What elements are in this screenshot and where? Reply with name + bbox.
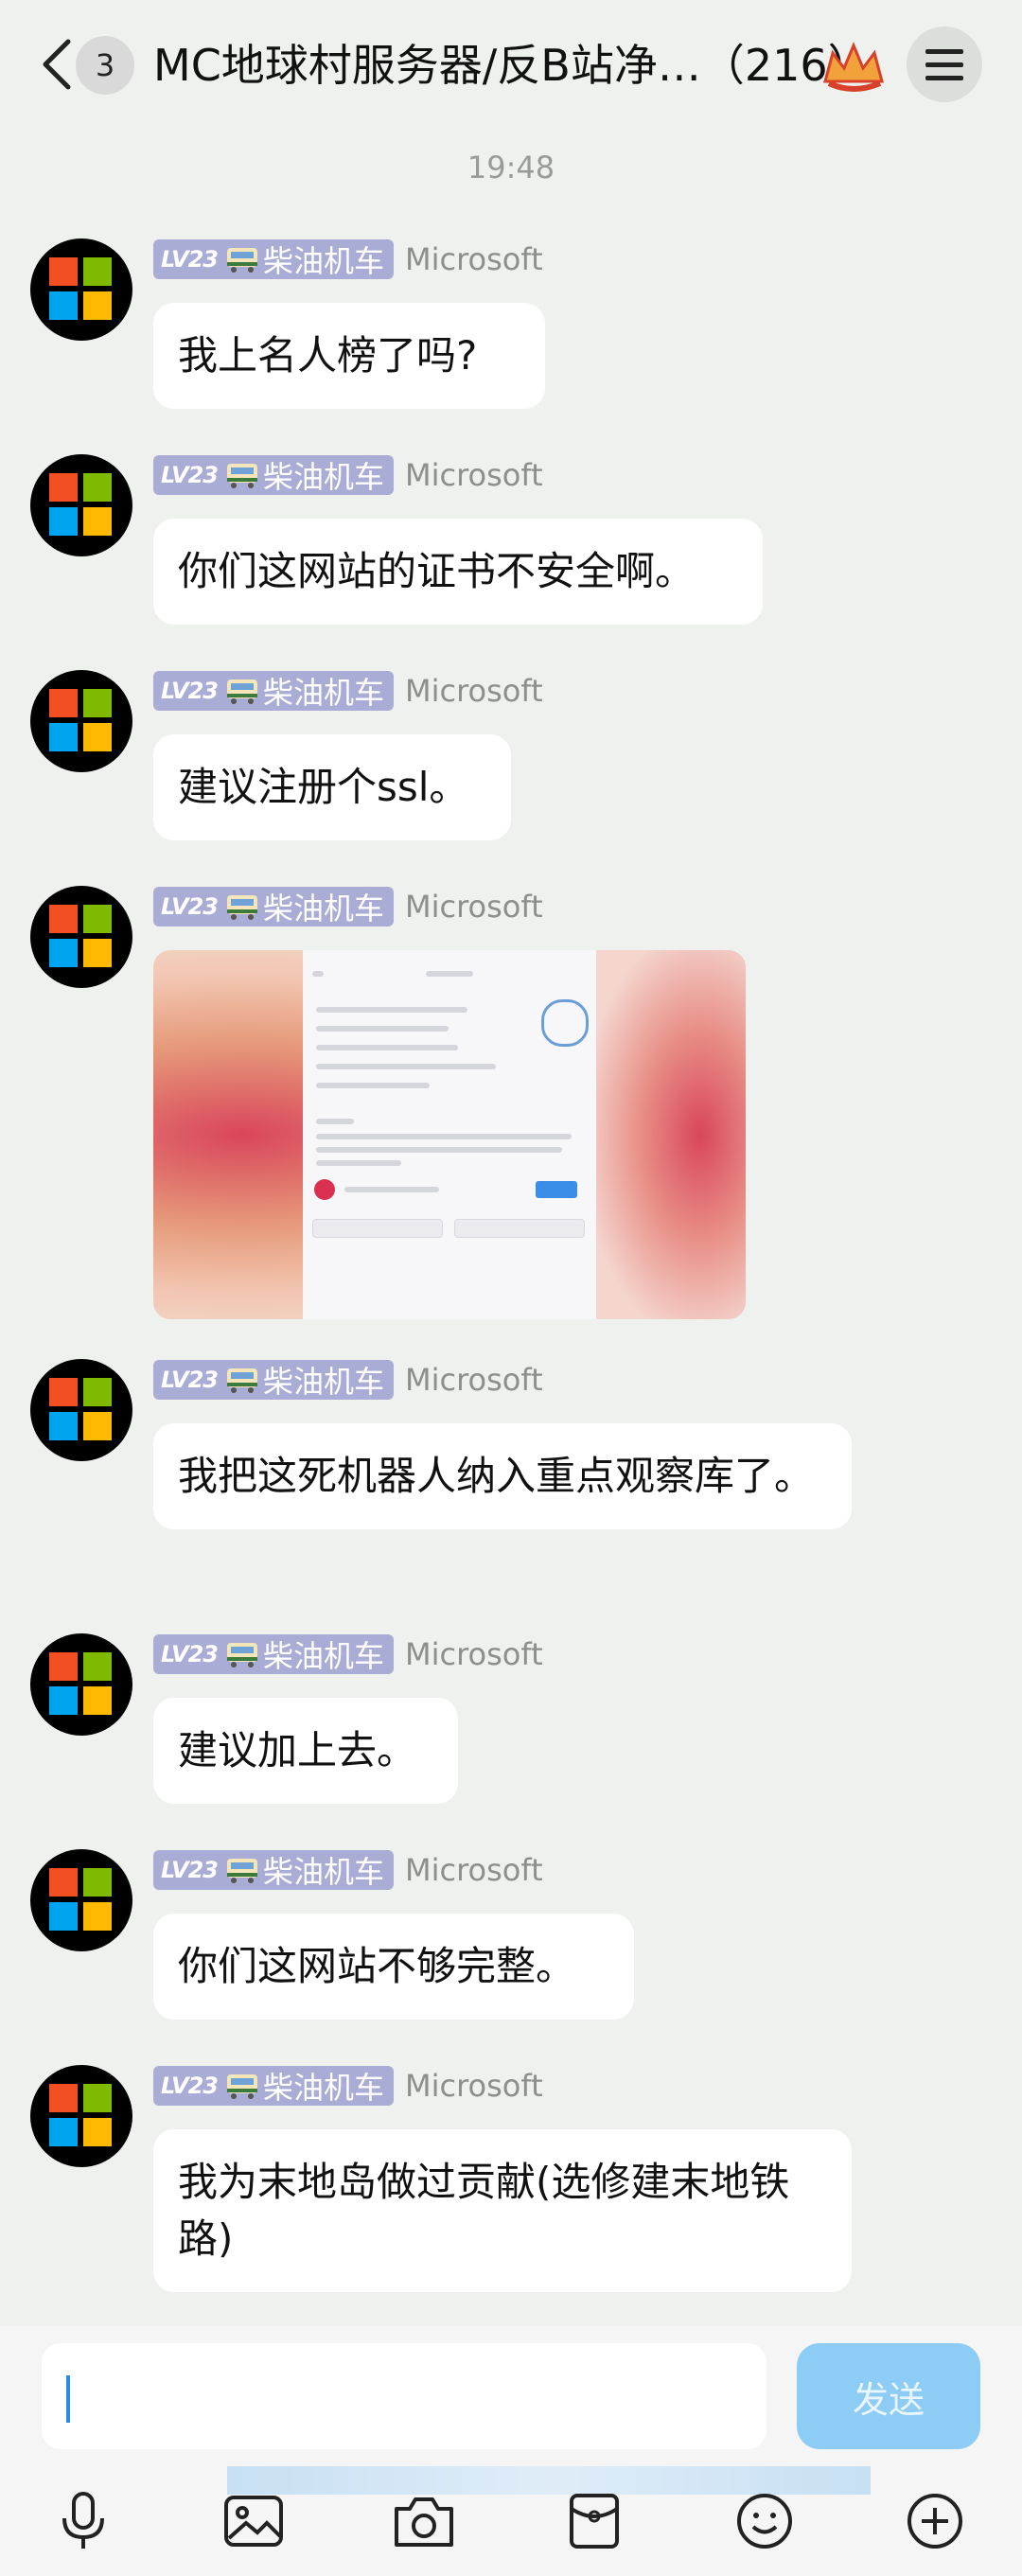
message-bubble[interactable]: 我为末地岛做过贡献(选修建末地铁路) [153, 2129, 852, 2292]
train-icon [226, 248, 257, 273]
train-icon [226, 1368, 257, 1393]
message-meta: LV23 柴油机车 Microsoft [153, 670, 543, 712]
level-label: LV23 [161, 246, 219, 273]
badge-title: 柴油机车 [262, 2070, 384, 2106]
avatar[interactable] [30, 670, 132, 772]
level-label: LV23 [161, 1641, 219, 1667]
level-badge[interactable]: LV23 柴油机车 [153, 1634, 394, 1674]
message-meta: LV23 柴油机车 Microsoft [153, 2065, 543, 2107]
sender-name[interactable]: Microsoft [405, 673, 543, 709]
message-meta: LV23 柴油机车 Microsoft [153, 1633, 543, 1675]
king-badge-icon [816, 38, 891, 95]
text-caret [66, 2375, 70, 2423]
train-icon [226, 1859, 257, 1883]
bottom-toolbar [0, 2466, 1022, 2576]
level-badge[interactable]: LV23 柴油机车 [153, 239, 394, 279]
train-icon [226, 2074, 257, 2099]
train-icon [226, 464, 257, 488]
level-label: LV23 [161, 2073, 219, 2099]
image-icon[interactable] [220, 2487, 288, 2555]
image-blur [594, 950, 746, 1319]
avatar[interactable] [30, 1849, 132, 1951]
level-badge[interactable]: LV23 柴油机车 [153, 671, 394, 711]
badge-title: 柴油机车 [262, 459, 384, 495]
message-meta: LV23 柴油机车 Microsoft [153, 1849, 543, 1891]
message-bubble[interactable]: 我上名人榜了吗? [153, 303, 545, 409]
message-bubble[interactable]: 建议加上去。 [153, 1698, 458, 1804]
timestamp: 19:48 [467, 150, 555, 185]
message-bubble[interactable]: 你们这网站不够完整。 [153, 1914, 634, 2020]
message-meta: LV23 柴油机车 Microsoft [153, 1359, 543, 1401]
avatar[interactable] [30, 454, 132, 556]
train-icon [226, 895, 257, 920]
image-message[interactable] [153, 950, 746, 1319]
level-label: LV23 [161, 1367, 219, 1393]
message-meta: LV23 柴油机车 Microsoft [153, 238, 543, 280]
level-badge[interactable]: LV23 柴油机车 [153, 887, 394, 926]
level-badge[interactable]: LV23 柴油机车 [153, 1850, 394, 1890]
red-packet-icon[interactable] [560, 2487, 628, 2555]
train-icon [226, 679, 257, 704]
level-badge[interactable]: LV23 柴油机车 [153, 455, 394, 495]
sender-name[interactable]: Microsoft [405, 1852, 543, 1888]
avatar[interactable] [30, 886, 132, 988]
level-label: LV23 [161, 1857, 219, 1883]
sender-name[interactable]: Microsoft [405, 889, 543, 925]
train-icon [226, 1643, 257, 1667]
avatar[interactable] [30, 2065, 132, 2167]
sender-name[interactable]: Microsoft [405, 1636, 543, 1672]
message-input[interactable] [42, 2343, 766, 2449]
chat-title[interactable]: MC地球村服务器/反B站净…（216） [153, 34, 872, 97]
chevron-left-icon [43, 39, 71, 90]
message-bubble[interactable]: 你们这网站的证书不安全啊。 [153, 519, 763, 625]
sender-name[interactable]: Microsoft [405, 457, 543, 493]
badge-title: 柴油机车 [262, 1854, 384, 1890]
badge-title: 柴油机车 [262, 1364, 384, 1400]
message-meta: LV23 柴油机车 Microsoft [153, 454, 543, 496]
badge-title: 柴油机车 [262, 1638, 384, 1674]
flower-icon [314, 1179, 335, 1200]
back-button[interactable] [32, 32, 79, 97]
sender-name[interactable]: Microsoft [405, 1362, 543, 1398]
plus-icon[interactable] [901, 2487, 969, 2555]
avatar[interactable] [30, 1359, 132, 1461]
avatar[interactable] [30, 1633, 132, 1736]
level-badge[interactable]: LV23 柴油机车 [153, 1360, 394, 1400]
menu-button[interactable] [907, 26, 982, 102]
microphone-icon[interactable] [49, 2487, 117, 2555]
level-label: LV23 [161, 462, 219, 488]
level-label: LV23 [161, 678, 219, 704]
level-badge[interactable]: LV23 柴油机车 [153, 2066, 394, 2106]
message-bubble[interactable]: 建议注册个ssl。 [153, 734, 511, 840]
sender-name[interactable]: Microsoft [405, 241, 543, 277]
input-bar: 发送 [0, 2326, 1022, 2466]
badge-title: 柴油机车 [262, 243, 384, 279]
avatar[interactable] [30, 238, 132, 341]
chat-header: 3 MC地球村服务器/反B站净…（216） [0, 0, 1022, 129]
badge-title: 柴油机车 [262, 891, 384, 926]
emoji-icon[interactable] [731, 2487, 799, 2555]
send-button[interactable]: 发送 [797, 2343, 980, 2449]
camera-icon[interactable] [390, 2487, 458, 2555]
hamburger-icon [925, 49, 963, 80]
screenshot-thumbnail [303, 950, 596, 1319]
level-label: LV23 [161, 893, 219, 920]
unread-count-badge[interactable]: 3 [76, 36, 134, 95]
message-meta: LV23 柴油机车 Microsoft [153, 886, 543, 927]
message-bubble[interactable]: 我把这死机器人纳入重点观察库了。 [153, 1423, 852, 1529]
badge-title: 柴油机车 [262, 675, 384, 711]
sender-name[interactable]: Microsoft [405, 2068, 543, 2104]
seal-icon [541, 999, 589, 1047]
